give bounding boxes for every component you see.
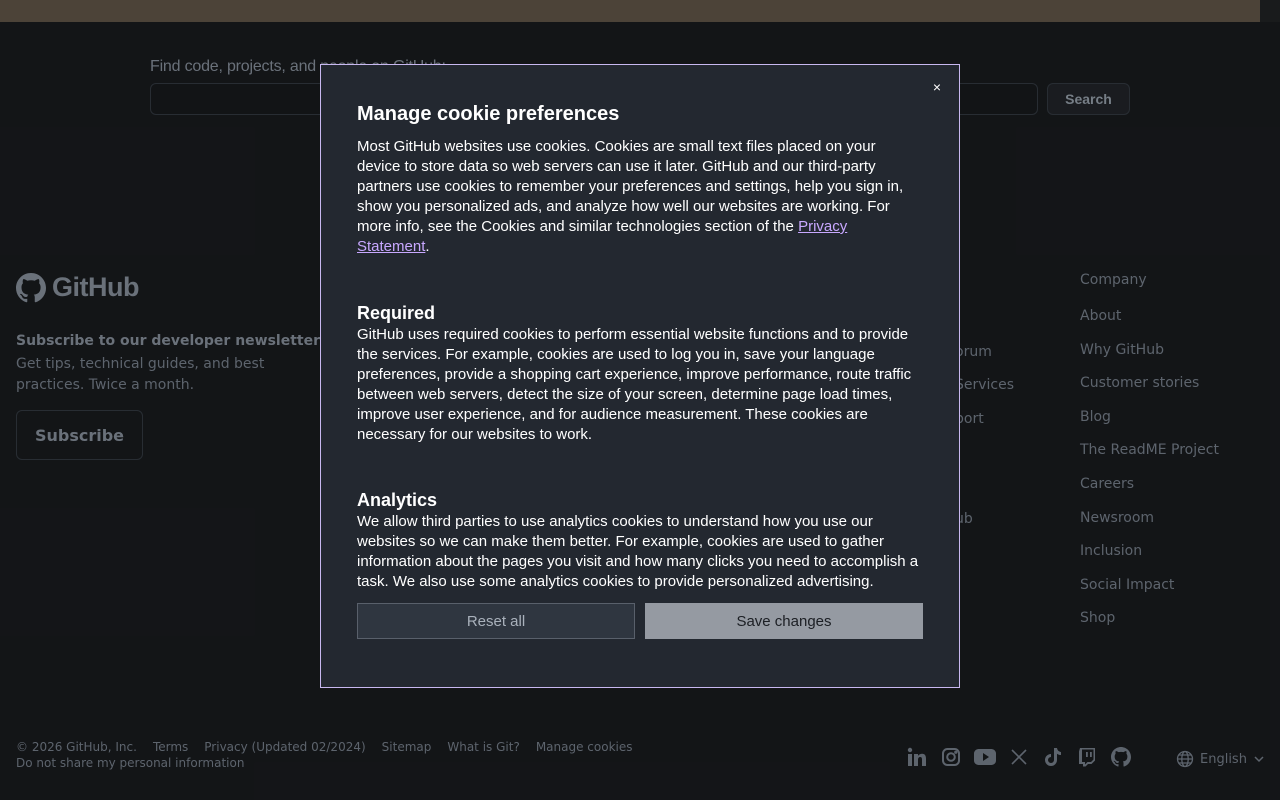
- intro-end: .: [425, 238, 430, 255]
- required-text: GitHub uses required cookies to perform …: [357, 326, 912, 443]
- close-icon[interactable]: ×: [929, 79, 945, 95]
- required-section: Required GitHub uses required cookies to…: [357, 303, 923, 445]
- analytics-section: Analytics We allow third parties to use …: [357, 490, 923, 592]
- save-changes-button[interactable]: Save changes: [645, 603, 923, 639]
- dialog-actions: Reset all Save changes: [357, 603, 923, 639]
- intro-text: Most GitHub websites use cookies. Cookie…: [357, 137, 923, 257]
- cookie-preferences-dialog: × Manage cookie preferences Most GitHub …: [320, 64, 960, 688]
- analytics-text: We allow third parties to use analytics …: [357, 513, 919, 590]
- dialog-title: Manage cookie preferences: [357, 103, 620, 125]
- reset-all-button[interactable]: Reset all: [357, 603, 635, 639]
- required-heading: Required: [357, 303, 436, 323]
- analytics-heading: Analytics: [357, 490, 438, 510]
